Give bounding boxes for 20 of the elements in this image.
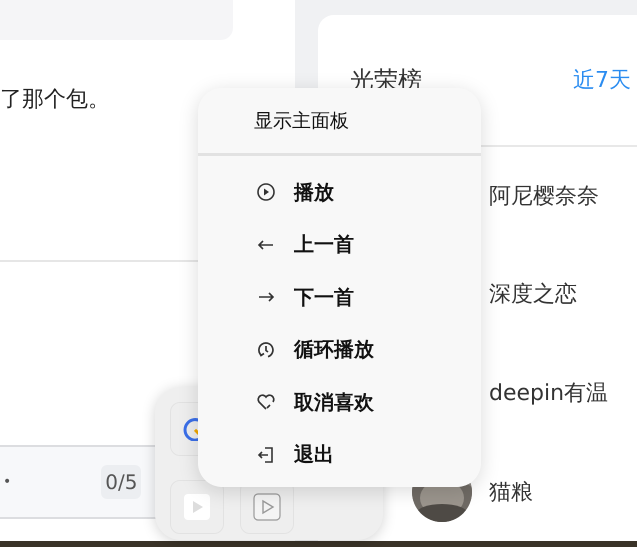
chat-message: 了那个包。 bbox=[0, 87, 110, 112]
play-icon bbox=[253, 492, 281, 520]
heart-icon bbox=[256, 392, 276, 412]
menu-item[interactable]: 播放 bbox=[198, 166, 481, 218]
char-counter: 0/5 bbox=[101, 465, 142, 499]
dot-text: • bbox=[3, 474, 12, 490]
menu-header-item[interactable]: 显示主面板 bbox=[198, 88, 481, 156]
menu-item[interactable]: 循环播放 bbox=[198, 324, 481, 376]
loop-icon bbox=[256, 340, 276, 360]
user-name[interactable]: 阿尼樱奈奈 bbox=[489, 180, 599, 211]
user-name[interactable]: 深度之恋 bbox=[489, 279, 577, 310]
clock-icon bbox=[183, 417, 201, 441]
play-icon bbox=[183, 492, 211, 520]
user-name[interactable]: 猫粮 bbox=[489, 476, 533, 507]
menu-item[interactable]: 取消喜欢 bbox=[198, 376, 481, 428]
user-name[interactable]: deepin有温 bbox=[489, 378, 608, 408]
menu-item[interactable]: 下一首 bbox=[198, 271, 481, 324]
exit-icon bbox=[256, 444, 276, 465]
play-icon bbox=[256, 182, 276, 202]
menu-item[interactable]: 上一首 bbox=[198, 218, 481, 271]
